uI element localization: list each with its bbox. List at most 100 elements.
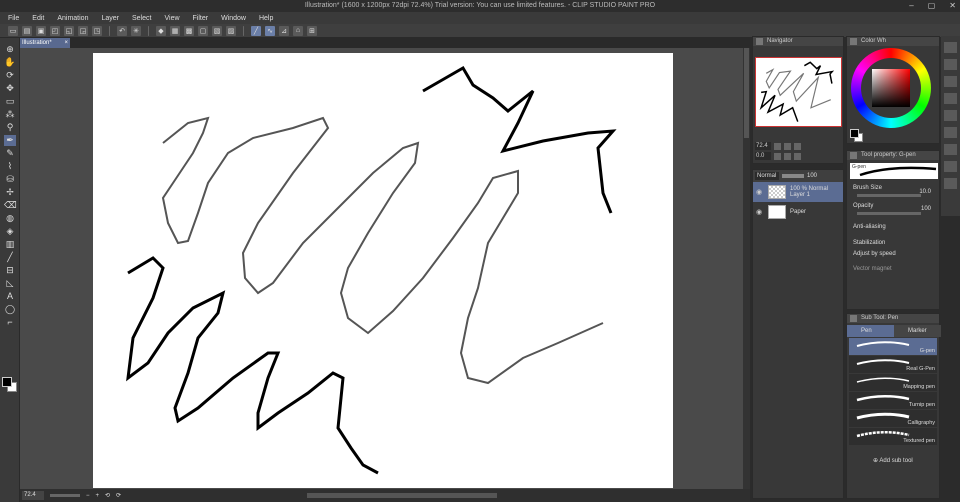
decoration-icon[interactable]: ✢ [4, 187, 16, 198]
vertical-scrollbar[interactable] [743, 48, 750, 489]
snap-ruler-icon[interactable]: ╱ [251, 25, 261, 36]
rotate-icon[interactable]: ⟳ [4, 70, 16, 81]
rotate-left-icon[interactable]: ⟲ [105, 492, 110, 499]
material-tab-icon[interactable] [944, 178, 957, 189]
layer-icon[interactable]: ◲ [78, 25, 88, 36]
minimize-icon[interactable]: – [909, 1, 913, 10]
blend-icon[interactable]: ◍ [4, 213, 16, 224]
transform-icon[interactable]: ▩ [184, 25, 194, 36]
zoom-icon[interactable]: ⊕ [4, 44, 16, 55]
open-icon[interactable]: ▤ [22, 25, 32, 36]
tab-pen[interactable]: Pen [847, 325, 894, 337]
snap-special-icon[interactable]: ∿ [265, 25, 275, 36]
brush-textured-pen[interactable]: Textured pen [849, 428, 937, 445]
move-icon[interactable]: ✥ [4, 83, 16, 94]
brush-g-pen[interactable]: G-pen [849, 338, 937, 355]
fill-bucket-icon[interactable]: ◈ [4, 226, 16, 237]
zoom-slider[interactable] [50, 494, 80, 497]
menu-view[interactable]: View [164, 15, 179, 22]
saturation-value-square[interactable] [872, 69, 910, 107]
layer-opacity[interactable]: 100 [807, 173, 817, 179]
close-tab-icon[interactable]: × [64, 38, 68, 48]
blend-mode-select[interactable]: Normal [755, 172, 779, 180]
print-icon[interactable]: ◱ [64, 25, 74, 36]
opacity-slider[interactable] [782, 174, 804, 178]
invert-icon[interactable]: ▧ [212, 25, 222, 36]
text-icon[interactable]: A [4, 291, 16, 302]
add-sub-tool-button[interactable]: ⊕ Add sub tool [873, 457, 913, 464]
snap-grid-icon[interactable]: ⊿ [279, 25, 289, 36]
brush-mapping-pen[interactable]: Mapping pen [849, 374, 937, 391]
document-tab[interactable]: Illustration* × [20, 38, 70, 48]
gradient-icon[interactable]: ▥ [4, 239, 16, 250]
zoom-in-icon[interactable] [784, 142, 791, 150]
menu-edit[interactable]: Edit [32, 15, 44, 22]
frame-icon[interactable]: ⊟ [4, 265, 16, 276]
brush-icon[interactable]: ⌇ [4, 161, 16, 172]
airbrush-icon[interactable]: ⛁ [4, 174, 16, 185]
horizontal-scrollbar[interactable] [307, 493, 498, 498]
zoom-out-icon[interactable]: − [86, 493, 90, 499]
auto-select-icon[interactable]: ⁂ [4, 109, 16, 120]
deselect-icon[interactable]: ▢ [198, 25, 208, 36]
correction-icon[interactable]: ⌐ [4, 317, 16, 328]
menu-filter[interactable]: Filter [193, 15, 209, 22]
foreground-color-chip[interactable] [850, 129, 859, 138]
figure-icon[interactable]: ╱ [4, 252, 16, 263]
flip-icon[interactable] [794, 152, 801, 160]
fit-icon[interactable] [794, 142, 801, 150]
navigator-preview[interactable] [755, 57, 842, 127]
rotate-right-icon[interactable]: ⟳ [116, 492, 121, 499]
color-slider-tab-icon[interactable] [944, 59, 957, 70]
color-wheel[interactable] [851, 48, 931, 128]
undo-icon[interactable]: ↶ [117, 25, 127, 36]
zoom-field[interactable]: 72.4 [22, 491, 44, 500]
brush-calligraphy[interactable]: Calligraphy [849, 410, 937, 427]
redo-icon[interactable]: ✳ [131, 25, 141, 36]
menu-select[interactable]: Select [132, 15, 151, 22]
brush-real-g-pen[interactable]: Real G-Pen [849, 356, 937, 373]
rotate-left-icon[interactable] [774, 152, 781, 160]
rotate-right-icon[interactable] [784, 152, 791, 160]
layer-search-tab-icon[interactable] [944, 161, 957, 172]
menu-layer[interactable]: Layer [101, 15, 119, 22]
zoom-in-icon[interactable]: + [96, 493, 100, 499]
fill-icon[interactable]: ▦ [170, 25, 180, 36]
eye-icon[interactable]: ◉ [756, 208, 764, 216]
intermediate-color-tab-icon[interactable] [944, 93, 957, 104]
menu-help[interactable]: Help [259, 15, 273, 22]
brush-size-slider[interactable] [857, 194, 921, 197]
brush-size-value[interactable]: 10.0 [919, 189, 931, 195]
hand-icon[interactable]: ✋ [4, 57, 16, 68]
layer-property-tab-icon[interactable] [944, 144, 957, 155]
eraser-icon[interactable]: ⌫ [4, 200, 17, 211]
navigator-zoom[interactable]: 72.4 [755, 142, 771, 150]
pencil-icon[interactable]: ✎ [4, 148, 16, 159]
material-icon[interactable]: ◳ [92, 25, 102, 36]
ruler-icon[interactable]: ⌂ [293, 25, 303, 36]
clear-icon[interactable]: ◆ [156, 25, 166, 36]
select-rect-icon[interactable]: ▭ [4, 96, 16, 107]
maximize-icon[interactable]: ▢ [928, 1, 936, 10]
color-set-tab-icon[interactable] [944, 76, 957, 87]
drawing-canvas[interactable] [93, 53, 673, 488]
new-file-icon[interactable]: ▭ [8, 25, 18, 36]
opacity-slider[interactable] [857, 212, 921, 215]
brush-turnip-pen[interactable]: Turnip pen [849, 392, 937, 409]
layer-row-1[interactable]: ◉ 100 % Normal Layer 1 [753, 182, 843, 202]
navigator-rotation[interactable]: 0.0 [755, 152, 771, 160]
eye-icon[interactable]: ◉ [756, 188, 764, 196]
foreground-color-swatch[interactable] [2, 377, 12, 387]
balloon-icon[interactable]: ◯ [4, 304, 16, 315]
grid-icon[interactable]: ⊞ [307, 25, 317, 36]
ruler-tool-icon[interactable]: ◺ [4, 278, 16, 289]
menu-file[interactable]: File [8, 15, 19, 22]
opacity-value[interactable]: 100 [921, 206, 931, 212]
close-icon[interactable]: ✕ [949, 1, 956, 10]
layer-row-paper[interactable]: ◉ Paper [753, 202, 843, 222]
eyedropper-icon[interactable]: ⚲ [4, 122, 16, 133]
selection-icon[interactable]: ▨ [226, 25, 236, 36]
menu-animation[interactable]: Animation [57, 15, 88, 22]
export-icon[interactable]: ◰ [50, 25, 60, 36]
scroll-thumb[interactable] [744, 48, 749, 138]
